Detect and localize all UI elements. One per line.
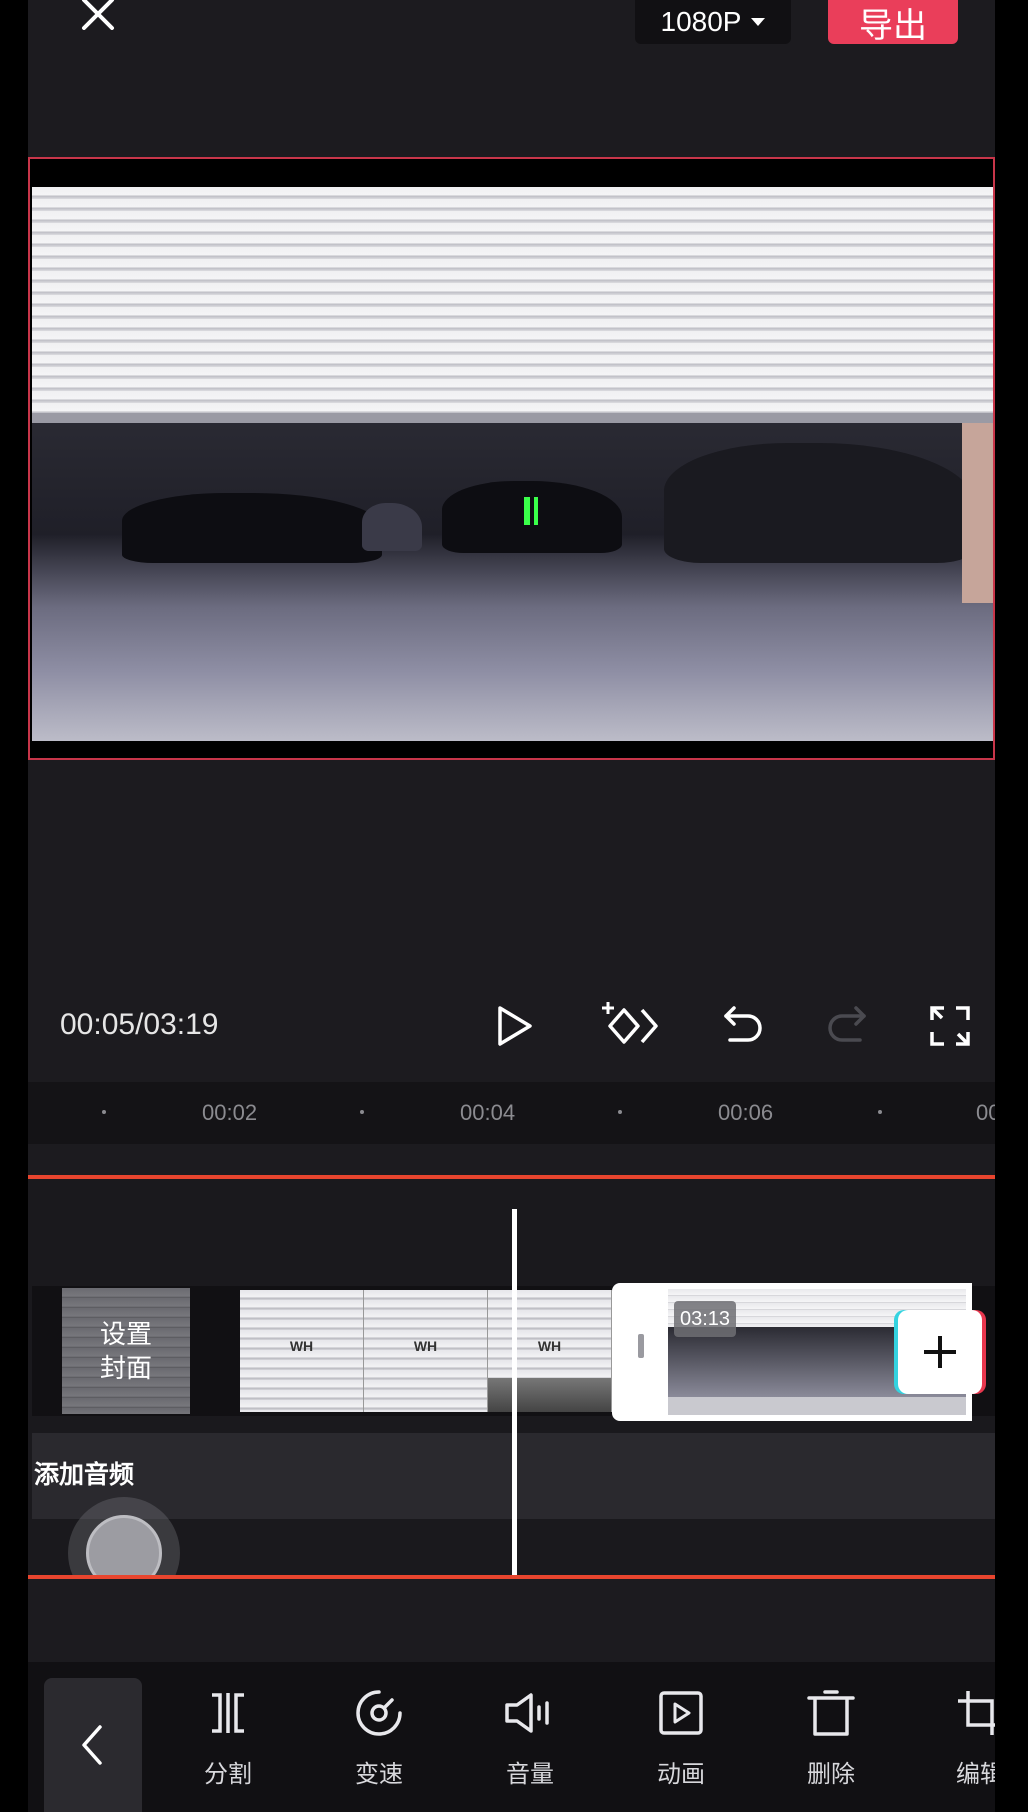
preview-shutter-edge: [32, 413, 993, 423]
undo-button[interactable]: [714, 996, 774, 1056]
plus-icon: [924, 1336, 956, 1368]
fullscreen-button[interactable]: [920, 996, 980, 1056]
preview-car-left: [122, 493, 382, 563]
preview-car-right: [664, 443, 974, 563]
cover-label-line1: 设置: [99, 1319, 152, 1349]
tool-volume[interactable]: 音量: [480, 1686, 580, 1812]
toolbar-back-button[interactable]: [44, 1678, 142, 1812]
redo-icon: [828, 1006, 866, 1042]
right-letterbox: [995, 0, 1028, 1812]
ruler-label: 00:06: [718, 1100, 774, 1125]
resolution-dropdown[interactable]: 1080P: [635, 0, 791, 44]
video-clip[interactable]: WH WH WH: [240, 1290, 612, 1412]
close-button[interactable]: [72, 0, 124, 30]
add-clip-button[interactable]: [898, 1310, 982, 1394]
tool-edit-label: 编辑: [956, 1761, 995, 1788]
clip-frame: WH: [364, 1290, 488, 1412]
tool-split-label: 分割: [204, 1761, 252, 1788]
clip-trim-handle[interactable]: [638, 1334, 644, 1358]
resolution-value: 1080P: [660, 6, 742, 37]
preview-green-light: [524, 497, 530, 525]
playback-timecode: 00:05/03:19: [60, 1008, 219, 1041]
clip-frame: WH: [488, 1290, 612, 1412]
set-cover-button[interactable]: 设置 封面: [62, 1288, 190, 1414]
tool-animation[interactable]: 动画: [631, 1686, 731, 1812]
play-button[interactable]: [484, 996, 544, 1056]
ruler-label: 00:02: [202, 1100, 258, 1125]
video-editor: 1080P 导出 00:05/03:19 00:02 00:04 00:06 0…: [28, 0, 995, 1812]
clip-logo: WH: [413, 1338, 438, 1355]
play-icon: [498, 1006, 532, 1046]
tool-volume-label: 音量: [506, 1761, 554, 1788]
video-preview[interactable]: [28, 157, 995, 760]
volume-icon: [505, 1693, 549, 1733]
preview-wall-box: [962, 423, 993, 603]
preview-car-center: [442, 481, 622, 553]
close-icon: [82, 0, 114, 30]
record-icon: [86, 1515, 162, 1575]
speed-icon: [356, 1690, 402, 1736]
bottom-toolbar: 分割 变速 音量 动画 删除 编辑: [28, 1662, 995, 1812]
tool-edit[interactable]: 编辑: [930, 1686, 995, 1812]
tool-speed[interactable]: 变速: [329, 1686, 429, 1812]
chevron-left-icon: [82, 1725, 102, 1765]
preview-car-small: [362, 503, 422, 551]
add-audio-label[interactable]: 添加音频: [34, 1455, 134, 1491]
edit-crop-icon: [958, 1691, 995, 1735]
preview-green-light-2: [534, 497, 538, 525]
animation-icon: [659, 1691, 703, 1735]
timeline-panel[interactable]: 设置 封面 WH WH WH 03:13 添加音频: [28, 1175, 995, 1579]
undo-icon: [724, 1006, 762, 1042]
ruler-label: 00:04: [460, 1100, 516, 1125]
split-icon: [212, 1693, 244, 1733]
fullscreen-icon: [930, 1006, 970, 1046]
tool-speed-label: 变速: [355, 1761, 403, 1788]
caret-down-icon: [751, 18, 766, 26]
clip-logo: WH: [289, 1338, 314, 1355]
clip-duration-badge: 03:13: [674, 1301, 736, 1337]
ruler-dot: [102, 1110, 106, 1114]
tool-delete[interactable]: 删除: [781, 1686, 881, 1812]
clip-frame: WH: [240, 1290, 364, 1412]
ruler-dot: [618, 1110, 622, 1114]
cover-label-line2: 封面: [99, 1353, 152, 1383]
clip-logo: WH: [537, 1338, 562, 1355]
redo-button[interactable]: [816, 996, 876, 1056]
ruler-dot: [878, 1110, 882, 1114]
preview-shutter: [32, 187, 993, 415]
playhead[interactable]: [512, 1209, 517, 1575]
ruler-dot: [360, 1110, 364, 1114]
preview-garage-scene: [32, 423, 993, 741]
delete-icon: [807, 1690, 855, 1736]
keyframe-button[interactable]: [598, 996, 658, 1056]
ruler-label: 00: [976, 1100, 995, 1125]
keyframe-add-icon: [602, 1002, 658, 1044]
tool-delete-label: 删除: [807, 1761, 855, 1788]
tool-split[interactable]: 分割: [178, 1686, 278, 1812]
left-letterbox: [0, 0, 28, 1812]
export-button[interactable]: 导出: [828, 0, 958, 45]
tool-animation-label: 动画: [657, 1761, 705, 1788]
